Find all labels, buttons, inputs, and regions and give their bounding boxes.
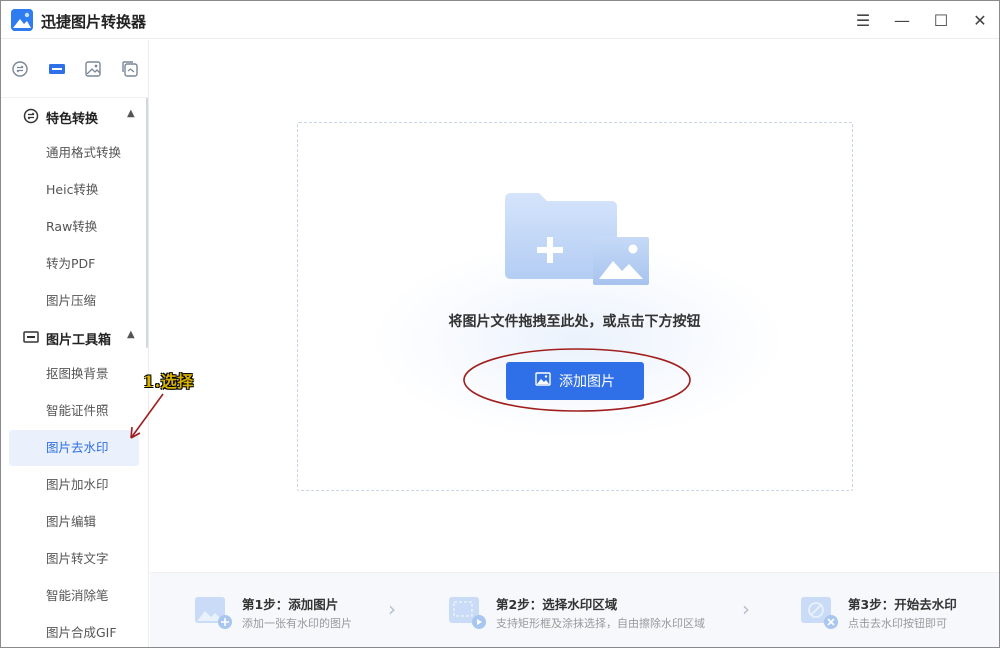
sidebar-item-compress[interactable]: 图片压缩 <box>9 283 139 319</box>
add-image-label: 添加图片 <box>559 374 615 390</box>
sidebar-item-to-pdf[interactable]: 转为PDF <box>9 246 139 282</box>
add-image-step-icon <box>194 593 232 631</box>
sidebar-item-edit[interactable]: 图片编辑 <box>9 504 139 540</box>
step-desc: 支持矩形框及涂抹选择，自由擦除水印区域 <box>496 617 705 630</box>
step-title: 第3步：开始去水印 <box>848 597 957 612</box>
step-title: 第2步：选择水印区域 <box>496 597 618 612</box>
group-image-toolbox[interactable]: 图片工具箱 ▲ <box>1 319 146 355</box>
steps-bar: 第1步：添加图片 添加一张有水印的图片 › 第2步：选择水印区域 支持矩形框及涂… <box>150 572 999 647</box>
sidebar-item-eraser[interactable]: 智能消除笔 <box>9 578 139 614</box>
convert-icon[interactable] <box>11 60 29 78</box>
drop-hint-text: 将图片文件拖拽至此处，或点击下方按钮 <box>448 314 701 330</box>
sidebar-item-cutout[interactable]: 抠图换背景 <box>9 356 139 392</box>
convert-icon <box>23 108 39 124</box>
app-logo-icon <box>11 9 33 31</box>
maximize-button[interactable]: ☐ <box>930 9 952 31</box>
remove-watermark-step-icon <box>800 593 838 631</box>
chevron-right-icon: › <box>742 597 750 621</box>
sidebar-top-icons <box>1 40 148 98</box>
step-desc: 点击去水印按钮即可 <box>848 617 947 630</box>
group-label: 图片工具箱 <box>46 333 112 348</box>
folder-add-icon <box>503 189 653 289</box>
sidebar-item-heic[interactable]: Heic转换 <box>9 172 139 208</box>
select-area-step-icon <box>448 593 486 631</box>
drop-zone[interactable]: 将图片文件拖拽至此处，或点击下方按钮 添加图片 <box>297 122 853 491</box>
sidebar-scrollbar[interactable] <box>146 98 148 348</box>
chevron-right-icon: › <box>388 597 396 621</box>
chevron-up-icon[interactable]: ▲ <box>127 329 135 340</box>
main-panel: 将图片文件拖拽至此处，或点击下方按钮 添加图片 <box>150 40 999 571</box>
image-icon[interactable] <box>84 60 102 78</box>
close-button[interactable]: ✕ <box>969 9 991 31</box>
sidebar-item-raw[interactable]: Raw转换 <box>9 209 139 245</box>
sidebar-item-gif[interactable]: 图片合成GIF <box>9 615 139 647</box>
chevron-up-icon[interactable]: ▲ <box>127 108 135 119</box>
minimize-button[interactable]: — <box>891 9 913 31</box>
sidebar-item-add-watermark[interactable]: 图片加水印 <box>9 467 139 503</box>
sidebar: 特色转换 ▲ 通用格式转换 Heic转换 Raw转换 转为PDF 图片压缩 图片… <box>1 40 149 647</box>
sidebar-item-id-photo[interactable]: 智能证件照 <box>9 393 139 429</box>
app-title: 迅捷图片转换器 <box>41 13 147 31</box>
batch-icon[interactable] <box>121 60 139 78</box>
sidebar-item-remove-watermark[interactable]: 图片去水印 <box>9 430 139 466</box>
toolbox-icon[interactable] <box>48 60 66 78</box>
step-desc: 添加一张有水印的图片 <box>242 617 352 630</box>
add-image-button[interactable]: 添加图片 <box>506 362 644 400</box>
app-window: 迅捷图片转换器 ☰ — ☐ ✕ 特色转换 ▲ 通用格式转换 Heic转换 Raw… <box>0 0 1000 648</box>
group-featured-conversion[interactable]: 特色转换 ▲ <box>1 98 146 134</box>
title-bar: 迅捷图片转换器 ☰ — ☐ ✕ <box>1 1 999 39</box>
menu-icon[interactable]: ☰ <box>852 9 874 31</box>
image-icon <box>535 372 551 390</box>
toolbox-icon <box>23 329 39 345</box>
sidebar-item-general-format[interactable]: 通用格式转换 <box>9 135 139 171</box>
step-title: 第1步：添加图片 <box>242 597 339 612</box>
group-label: 特色转换 <box>46 112 99 127</box>
annotation-label: 1.选择 <box>143 372 194 391</box>
sidebar-item-ocr[interactable]: 图片转文字 <box>9 541 139 577</box>
